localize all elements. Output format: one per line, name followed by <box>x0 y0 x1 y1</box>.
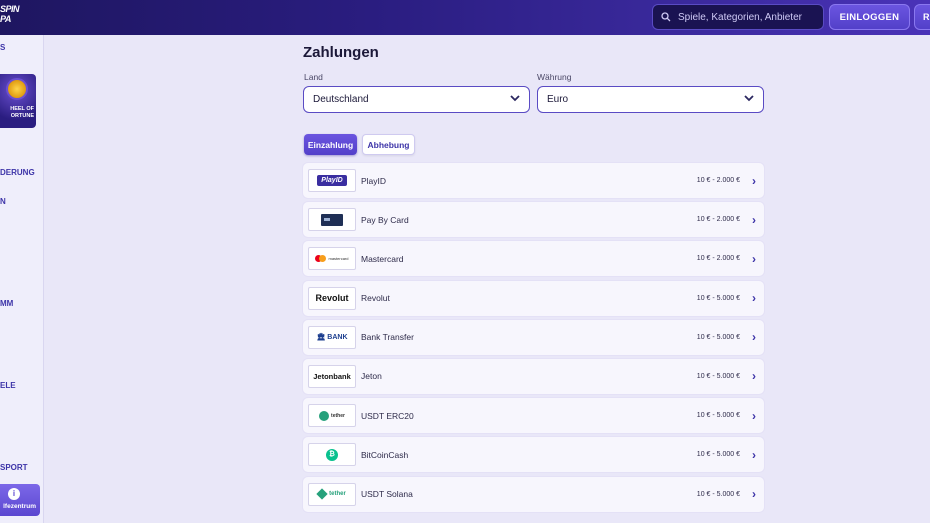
payment-method-row[interactable]: PlayID PlayID 10 € - 2.000 € › <box>303 163 764 198</box>
bank-transfer-logo: 🏛 BANK <box>308 325 356 349</box>
method-name: PlayID <box>361 175 387 186</box>
help-center-button[interactable]: i lfezentrum <box>0 484 40 516</box>
sidebar-item-program[interactable]: MM <box>0 299 13 308</box>
payment-method-row[interactable]: Pay By Card 10 € - 2.000 € › <box>303 202 764 238</box>
method-name: Mastercard <box>361 253 404 264</box>
country-value: Deutschland <box>313 94 369 105</box>
method-range: 10 € - 5.000 € <box>696 451 740 459</box>
chevron-right-icon: › <box>752 330 756 345</box>
method-range: 10 € - 5.000 € <box>696 490 740 498</box>
chevron-right-icon: › <box>752 369 756 384</box>
register-button[interactable]: R <box>914 4 930 30</box>
chevron-right-icon: › <box>752 447 756 462</box>
payment-method-row[interactable]: ₿ BitCoinCash 10 € - 5.000 € › <box>303 437 764 473</box>
currency-label: Währung <box>537 72 572 82</box>
help-center-label: lfezentrum <box>3 503 36 510</box>
wheel-label: HEEL OF ORTUNE <box>10 106 34 119</box>
wheel-of-fortune-tile[interactable]: HEEL OF ORTUNE <box>0 74 36 128</box>
sidebar-item-sport[interactable]: SPORT <box>0 463 28 472</box>
payment-method-row[interactable]: Jetonbank Jeton 10 € - 5.000 € › <box>303 358 764 394</box>
sidebar-item-games[interactable]: ELE <box>0 381 16 390</box>
card-logo <box>308 208 356 232</box>
method-range: 10 € - 2.000 € <box>696 255 740 263</box>
tether-sol-logo: tether <box>308 482 356 506</box>
country-select[interactable]: Deutschland <box>303 86 530 113</box>
tab-withdrawal[interactable]: Abhebung <box>362 134 415 155</box>
bitcoin-icon: ₿ <box>326 448 338 461</box>
tab-deposit[interactable]: Einzahlung <box>304 134 357 155</box>
chevron-down-icon <box>744 94 754 105</box>
wheel-emblem-icon <box>6 78 28 100</box>
sidebar-top-label: S <box>0 43 6 52</box>
login-button[interactable]: EINLOGGEN <box>829 4 910 30</box>
mastercard-logo: mastercard <box>308 247 356 271</box>
method-name: USDT Solana <box>361 489 413 499</box>
chevron-right-icon: › <box>752 487 756 501</box>
method-range: 10 € - 2.000 € <box>696 177 740 184</box>
method-range: 10 € - 5.000 € <box>696 412 740 420</box>
method-range: 10 € - 5.000 € <box>696 333 740 341</box>
playid-logo: PlayID <box>308 169 356 192</box>
method-name: USDT ERC20 <box>361 410 414 421</box>
jeton-logo: Jetonbank <box>308 364 356 388</box>
chevron-right-icon: › <box>752 251 756 266</box>
brand-logo[interactable]: SPIN PA <box>0 4 20 28</box>
method-name: Jeton <box>361 371 382 382</box>
currency-select[interactable]: Euro <box>537 86 764 113</box>
top-header: SPINPA EINLOGGEN R <box>0 0 930 35</box>
sidebar: S HEEL OF ORTUNE DERUNG N MM ELE SPORT i … <box>0 35 44 523</box>
currency-value: Euro <box>547 94 569 105</box>
search-icon <box>661 11 672 23</box>
page-title: Zahlungen <box>303 44 379 61</box>
chevron-down-icon <box>510 94 520 105</box>
chevron-right-icon: › <box>752 291 756 306</box>
search-box[interactable] <box>652 4 824 30</box>
method-range: 10 € - 5.000 € <box>696 372 740 380</box>
sidebar-item-casino[interactable]: N <box>0 197 6 206</box>
payment-method-row[interactable]: 🏛 BANK Bank Transfer 10 € - 5.000 € › <box>303 319 764 355</box>
credit-card-icon <box>321 213 343 226</box>
payment-method-row[interactable]: mastercard Mastercard 10 € - 2.000 € › <box>303 241 764 277</box>
payment-method-row[interactable]: tether USDT Solana 10 € - 5.000 € › <box>303 476 764 512</box>
country-label: Land <box>304 72 323 82</box>
method-range: 10 € - 5.000 € <box>696 294 740 302</box>
tether-logo: tether <box>308 404 356 428</box>
chevron-right-icon: › <box>752 173 756 188</box>
chevron-right-icon: › <box>752 212 756 227</box>
method-range: 10 € - 2.000 € <box>696 216 740 224</box>
search-input[interactable] <box>678 11 818 23</box>
method-name: Pay By Card <box>361 214 409 225</box>
chevron-right-icon: › <box>752 408 756 423</box>
payment-method-row[interactable]: Revolut Revolut 10 € - 5.000 € › <box>303 280 764 316</box>
method-name: BitCoinCash <box>361 449 409 460</box>
payment-method-list: PlayID PlayID 10 € - 2.000 € › Pay By Ca… <box>303 163 764 516</box>
method-name: Bank Transfer <box>361 332 414 343</box>
bitcoincash-logo: ₿ <box>308 443 356 467</box>
method-name: Revolut <box>361 293 390 304</box>
revolut-logo: Revolut <box>308 286 356 310</box>
payment-method-row[interactable]: tether USDT ERC20 10 € - 5.000 € › <box>303 398 764 434</box>
sidebar-item-promotions[interactable]: DERUNG <box>0 168 35 177</box>
info-icon: i <box>8 488 20 500</box>
